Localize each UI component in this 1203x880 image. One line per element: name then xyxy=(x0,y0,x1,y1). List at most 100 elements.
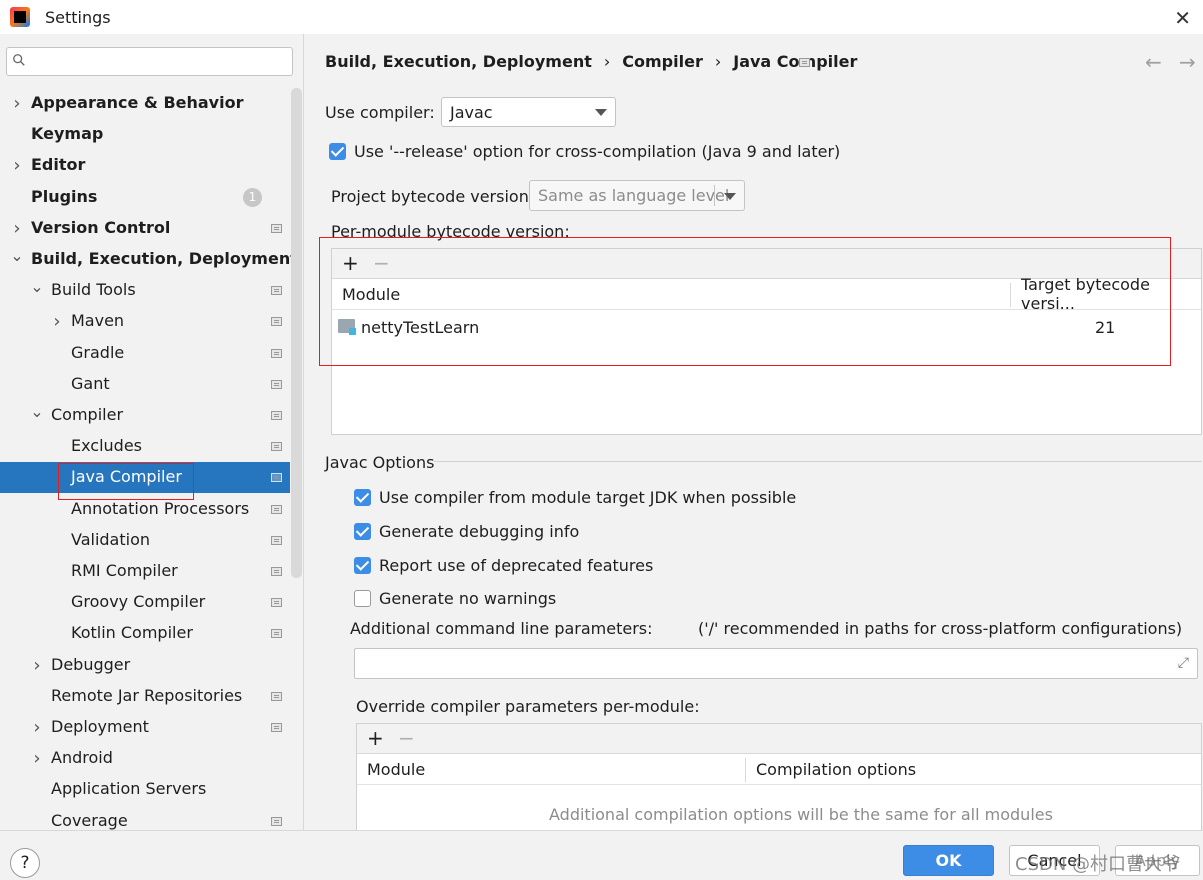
sidebar-item-android[interactable]: › Android xyxy=(0,743,290,774)
chevron-down-icon[interactable]: ⌄ xyxy=(30,402,44,421)
sidebar-item-rmi-compiler[interactable]: RMI Compiler xyxy=(0,556,290,587)
sidebar-item-build-execution-deployment[interactable]: ⌄ Build, Execution, Deployment xyxy=(0,244,298,275)
search-input[interactable] xyxy=(6,47,293,76)
column-header-options[interactable]: Compilation options xyxy=(746,754,1201,785)
sidebar-item-maven[interactable]: › Maven xyxy=(0,306,290,337)
project-scope-icon xyxy=(271,817,282,826)
chevron-down-icon xyxy=(724,192,736,200)
chevron-right-icon[interactable]: › xyxy=(30,717,44,738)
sidebar-item-label: Compiler xyxy=(51,405,124,424)
chevron-down-icon xyxy=(595,109,607,116)
option-label-no-warnings: Generate no warnings xyxy=(379,589,557,608)
project-scope-icon xyxy=(271,505,282,514)
chevron-right-icon[interactable]: › xyxy=(30,748,44,769)
settings-content: Build, Execution, Deployment › Compiler … xyxy=(305,34,1203,830)
option-label-deprecated: Report use of deprecated features xyxy=(379,556,654,575)
column-divider[interactable] xyxy=(745,758,746,782)
sidebar-item-label: Gant xyxy=(71,374,110,393)
project-scope-icon xyxy=(271,224,282,233)
dialog-footer: ? OK Cancel Apply CSDN @村口曹大爷 xyxy=(0,830,1203,880)
release-option-checkbox[interactable] xyxy=(329,143,346,160)
sidebar-item-keymap[interactable]: Keymap xyxy=(0,119,290,150)
chevron-right-icon[interactable]: › xyxy=(10,155,24,176)
combo-separator xyxy=(714,185,715,206)
option-checkbox-debug-info[interactable] xyxy=(354,523,371,540)
project-scope-icon xyxy=(271,286,282,295)
option-checkbox-module-jdk[interactable] xyxy=(354,489,371,506)
option-checkbox-deprecated[interactable] xyxy=(354,557,371,574)
sidebar-item-label: Annotation Processors xyxy=(71,499,250,518)
project-bytecode-select[interactable]: Same as language level xyxy=(529,180,745,211)
sidebar-item-label: Deployment xyxy=(51,717,149,736)
sidebar-item-deployment[interactable]: › Deployment xyxy=(0,712,290,743)
project-scope-icon xyxy=(271,349,282,358)
help-button[interactable]: ? xyxy=(10,848,40,878)
highlight-box-per-module xyxy=(319,237,1171,366)
project-scope-icon xyxy=(271,567,282,576)
sidebar-item-kotlin-compiler[interactable]: Kotlin Compiler xyxy=(0,618,290,649)
chevron-right-icon[interactable]: › xyxy=(10,93,24,114)
sidebar-item-remote-jar-repositories[interactable]: Remote Jar Repositories xyxy=(0,681,290,712)
sidebar-item-build-tools[interactable]: ⌄ Build Tools xyxy=(0,275,290,306)
forward-arrow-icon[interactable]: → xyxy=(1179,50,1196,74)
expand-icon[interactable]: ⤢ xyxy=(1178,655,1189,671)
sidebar-scrollbar[interactable] xyxy=(291,88,302,578)
sidebar-item-validation[interactable]: Validation xyxy=(0,525,290,556)
sidebar-item-label: Gradle xyxy=(71,343,125,362)
close-icon[interactable]: ✕ xyxy=(1174,6,1191,30)
add-override-button[interactable]: + xyxy=(367,728,384,748)
use-compiler-select[interactable]: Javac xyxy=(441,97,616,127)
back-arrow-icon[interactable]: ← xyxy=(1145,50,1162,74)
sidebar-item-debugger[interactable]: › Debugger xyxy=(0,650,290,681)
override-label: Override compiler parameters per-module: xyxy=(356,697,700,716)
sidebar-item-label: Kotlin Compiler xyxy=(71,623,193,642)
sidebar-item-gradle[interactable]: Gradle xyxy=(0,338,290,369)
sidebar-item-label: Editor xyxy=(31,155,86,174)
sidebar-item-label: Coverage xyxy=(51,811,128,830)
settings-sidebar: › Appearance & Behavior Keymap › Editor Plugi… xyxy=(0,34,304,830)
sidebar-item-label: Debugger xyxy=(51,655,131,674)
sidebar-item-plugins[interactable]: Plugins 1 xyxy=(0,182,290,213)
option-checkbox-no-warnings[interactable] xyxy=(354,590,371,607)
ok-button[interactable]: OK xyxy=(903,845,994,876)
additional-params-label: Additional command line parameters: xyxy=(350,619,653,638)
breadcrumb-separator: › xyxy=(603,52,611,71)
chevron-down-icon[interactable]: ⌄ xyxy=(30,277,44,296)
breadcrumb-separator: › xyxy=(714,52,722,71)
breadcrumb: Build, Execution, Deployment › Compiler … xyxy=(325,52,857,71)
sidebar-item-label: Maven xyxy=(71,311,125,330)
column-header-module[interactable]: Module xyxy=(357,754,746,785)
project-scope-icon xyxy=(271,692,282,701)
sidebar-item-label: Build, Execution, Deployment xyxy=(31,249,298,268)
breadcrumb-build[interactable]: Build, Execution, Deployment xyxy=(325,52,592,71)
project-bytecode-value: Same as language level xyxy=(538,186,730,205)
project-scope-icon xyxy=(271,536,282,545)
sidebar-item-groovy-compiler[interactable]: Groovy Compiler xyxy=(0,587,290,618)
chevron-right-icon[interactable]: › xyxy=(30,655,44,676)
sidebar-item-coverage[interactable]: Coverage xyxy=(0,806,290,830)
sidebar-item-label: Groovy Compiler xyxy=(71,592,206,611)
column-header-label: Compilation options xyxy=(756,759,917,779)
sidebar-item-application-servers[interactable]: Application Servers xyxy=(0,774,290,805)
watermark: CSDN @村口曹大爷 xyxy=(1015,854,1181,875)
sidebar-item-label: Android xyxy=(51,748,113,767)
chevron-right-icon[interactable]: › xyxy=(10,218,24,239)
chevron-down-icon[interactable]: ⌄ xyxy=(10,246,24,265)
chevron-right-icon[interactable]: › xyxy=(50,311,64,332)
additional-params-input[interactable]: ⤢ xyxy=(354,648,1198,679)
remove-override-button[interactable]: − xyxy=(398,728,415,748)
sidebar-item-label: Excludes xyxy=(71,436,143,455)
sidebar-item-editor[interactable]: › Editor xyxy=(0,150,290,181)
breadcrumb-compiler[interactable]: Compiler xyxy=(622,52,703,71)
sidebar-item-appearance-behavior[interactable]: › Appearance & Behavior xyxy=(0,88,290,119)
sidebar-item-label: Appearance & Behavior xyxy=(31,93,244,112)
sidebar-item-label: RMI Compiler xyxy=(71,561,178,580)
project-scope-icon xyxy=(271,473,282,482)
sidebar-item-excludes[interactable]: Excludes xyxy=(0,431,290,462)
project-scope-icon xyxy=(271,442,282,451)
sidebar-item-compiler[interactable]: ⌄ Compiler xyxy=(0,400,290,431)
project-scope-icon xyxy=(271,598,282,607)
use-compiler-value: Javac xyxy=(450,102,493,122)
sidebar-item-gant[interactable]: Gant xyxy=(0,369,290,400)
sidebar-item-version-control[interactable]: › Version Control xyxy=(0,213,290,244)
